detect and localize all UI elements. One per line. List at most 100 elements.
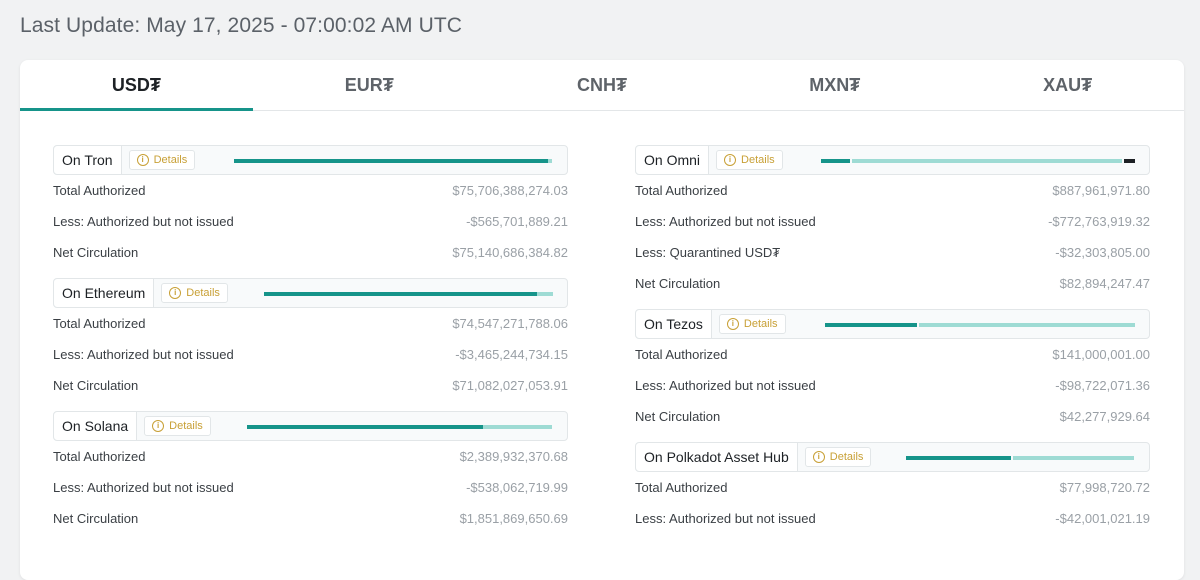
row-value: -$42,001,021.19 bbox=[1055, 511, 1150, 526]
chain-name: On Tron bbox=[54, 146, 122, 174]
tab-mxnt[interactable]: MXN₮ bbox=[718, 60, 951, 110]
bar-segment-circulating bbox=[825, 323, 917, 327]
chain-name: On Polkadot Asset Hub bbox=[636, 443, 798, 471]
bar-segment-unissued bbox=[852, 159, 1122, 163]
supply-bar bbox=[234, 159, 552, 163]
row-value: $77,998,720.72 bbox=[1059, 480, 1150, 495]
row-label: Net Circulation bbox=[53, 245, 139, 260]
info-icon: i bbox=[136, 154, 149, 166]
chain-header: On Tron i Details bbox=[53, 145, 568, 175]
chain-header: On Omni i Details bbox=[635, 145, 1150, 175]
row-value: $1,851,869,650.69 bbox=[459, 511, 568, 526]
table-row: Less: Authorized but not issued -$772,76… bbox=[635, 206, 1150, 237]
row-label: Net Circulation bbox=[635, 409, 721, 424]
row-value: -$565,701,889.21 bbox=[466, 214, 568, 229]
chain-card-ethereum: On Ethereum i Details Total Authorized $… bbox=[53, 278, 568, 401]
supply-bar bbox=[906, 456, 1134, 460]
row-label: Total Authorized bbox=[635, 347, 728, 362]
details-button[interactable]: i Details bbox=[804, 447, 872, 467]
bar-segment-circulating bbox=[821, 159, 850, 163]
table-row: Total Authorized $141,000,001.00 bbox=[635, 339, 1150, 370]
table-row: Less: Authorized but not issued -$42,001… bbox=[635, 503, 1150, 534]
row-label: Less: Quarantined USD₮ bbox=[635, 245, 781, 260]
table-row: Total Authorized $2,389,932,370.68 bbox=[53, 441, 568, 472]
bar-segment-circulating bbox=[906, 456, 1011, 460]
row-label: Net Circulation bbox=[635, 276, 721, 291]
table-row: Less: Authorized but not issued -$3,465,… bbox=[53, 339, 568, 370]
table-row: Less: Authorized but not issued -$565,70… bbox=[53, 206, 568, 237]
chain-header: On Tezos i Details bbox=[635, 309, 1150, 339]
details-label: Details bbox=[169, 420, 203, 432]
supply-bar bbox=[821, 159, 1135, 163]
supply-panel: USD₮ EUR₮ CNH₮ MXN₮ XAU₮ On Tron i Detai… bbox=[20, 60, 1184, 580]
row-label: Total Authorized bbox=[53, 316, 146, 331]
table-row: Total Authorized $75,706,388,274.03 bbox=[53, 175, 568, 206]
bar-segment-unissued bbox=[483, 425, 552, 429]
row-label: Net Circulation bbox=[53, 511, 139, 526]
table-row: Net Circulation $1,851,869,650.69 bbox=[53, 503, 568, 534]
row-value: $74,547,271,788.06 bbox=[452, 316, 568, 331]
chain-name: On Omni bbox=[636, 146, 710, 174]
row-label: Less: Authorized but not issued bbox=[635, 214, 816, 229]
table-row: Less: Quarantined USD₮ -$32,303,805.00 bbox=[635, 237, 1150, 268]
row-label: Less: Authorized but not issued bbox=[635, 378, 816, 393]
tab-xaut[interactable]: XAU₮ bbox=[951, 60, 1184, 110]
chain-name: On Solana bbox=[54, 412, 138, 440]
table-row: Total Authorized $887,961,971.80 bbox=[635, 175, 1150, 206]
tab-usdt[interactable]: USD₮ bbox=[20, 60, 253, 111]
details-label: Details bbox=[186, 287, 220, 299]
table-row: Net Circulation $42,277,929.64 bbox=[635, 401, 1150, 432]
row-label: Total Authorized bbox=[53, 183, 146, 198]
row-label: Total Authorized bbox=[53, 449, 146, 464]
row-label: Net Circulation bbox=[53, 378, 139, 393]
chain-card-solana: On Solana i Details Total Authorized $2,… bbox=[53, 411, 568, 534]
tab-eurt[interactable]: EUR₮ bbox=[253, 60, 486, 110]
bar-segment-circulating bbox=[264, 292, 537, 296]
chain-name: On Ethereum bbox=[54, 279, 155, 307]
chain-header: On Solana i Details bbox=[53, 411, 568, 441]
table-row: Net Circulation $82,894,247.47 bbox=[635, 268, 1150, 299]
chain-header: On Polkadot Asset Hub i Details bbox=[635, 442, 1150, 472]
details-label: Details bbox=[743, 318, 778, 330]
bar-segment-unissued bbox=[919, 323, 1135, 327]
chain-card-polkadot: On Polkadot Asset Hub i Details Total Au… bbox=[635, 442, 1150, 534]
info-icon: i bbox=[152, 420, 165, 432]
details-button[interactable]: i Details bbox=[128, 150, 196, 170]
row-value: $75,140,686,384.82 bbox=[452, 245, 568, 260]
info-icon: i bbox=[726, 318, 739, 330]
table-row: Net Circulation $75,140,686,384.82 bbox=[53, 237, 568, 268]
bar-segment-quarantined bbox=[1124, 159, 1135, 163]
details-button[interactable]: i Details bbox=[161, 283, 228, 303]
details-button[interactable]: i Details bbox=[718, 314, 786, 334]
tab-cnht[interactable]: CNH₮ bbox=[486, 60, 719, 110]
chain-card-tron: On Tron i Details Total Authorized $75,7… bbox=[53, 145, 568, 268]
row-value: -$3,465,244,734.15 bbox=[455, 347, 568, 362]
row-label: Less: Authorized but not issued bbox=[53, 347, 234, 362]
bar-segment-unissued bbox=[537, 292, 553, 296]
table-row: Total Authorized $77,998,720.72 bbox=[635, 472, 1150, 503]
table-row: Net Circulation $71,082,027,053.91 bbox=[53, 370, 568, 401]
supply-bar bbox=[264, 292, 553, 296]
row-value: $71,082,027,053.91 bbox=[452, 378, 568, 393]
bar-segment-unissued bbox=[1013, 456, 1134, 460]
row-value: $42,277,929.64 bbox=[1059, 409, 1150, 424]
details-button[interactable]: i Details bbox=[144, 416, 211, 436]
row-label: Less: Authorized but not issued bbox=[635, 511, 816, 526]
row-value: -$32,303,805.00 bbox=[1055, 245, 1150, 260]
table-row: Less: Authorized but not issued -$98,722… bbox=[635, 370, 1150, 401]
supply-bar bbox=[825, 323, 1135, 327]
supply-bar bbox=[247, 425, 552, 429]
chain-name: On Tezos bbox=[636, 310, 712, 338]
row-label: Less: Authorized but not issued bbox=[53, 214, 234, 229]
row-label: Total Authorized bbox=[635, 183, 728, 198]
row-value: -$772,763,919.32 bbox=[1048, 214, 1150, 229]
chain-card-tezos: On Tezos i Details Total Authorized $141… bbox=[635, 309, 1150, 432]
bar-segment-circulating bbox=[247, 425, 483, 429]
chain-card-omni: On Omni i Details Total Authorized $887,… bbox=[635, 145, 1150, 299]
details-button[interactable]: i Details bbox=[716, 150, 783, 170]
row-value: $82,894,247.47 bbox=[1059, 276, 1150, 291]
table-row: Total Authorized $74,547,271,788.06 bbox=[53, 308, 568, 339]
details-label: Details bbox=[153, 154, 188, 166]
row-label: Less: Authorized but not issued bbox=[53, 480, 234, 495]
details-label: Details bbox=[829, 451, 864, 463]
